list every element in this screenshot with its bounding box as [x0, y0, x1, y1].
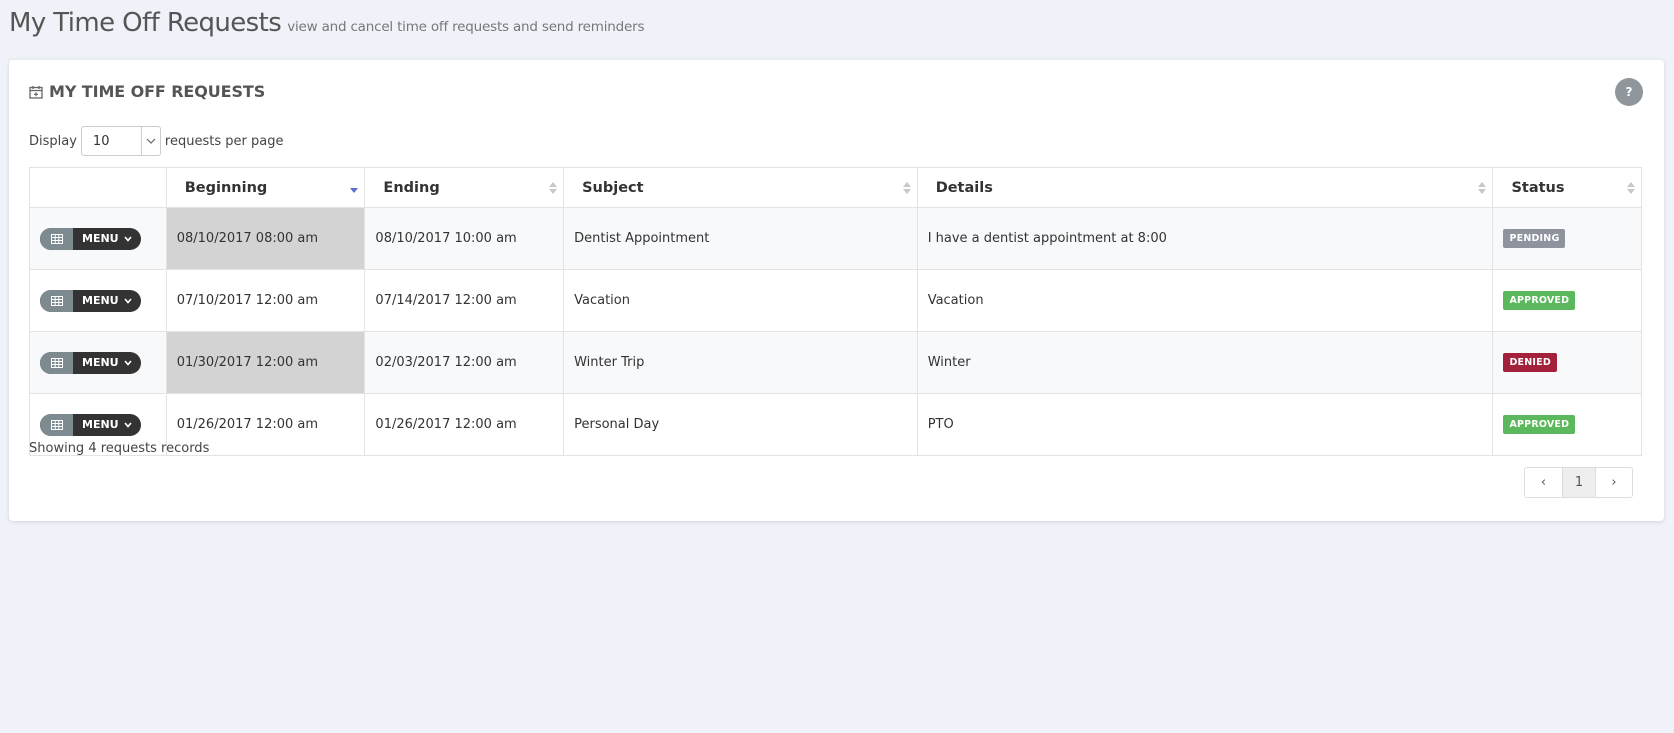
page-size-select[interactable]: 10 [80, 126, 161, 156]
display-prefix: Display [29, 133, 77, 149]
table-grid-icon [40, 413, 73, 436]
cell-details: Vacation [916, 269, 1494, 332]
calendar-plus-icon [29, 85, 43, 99]
table-grid-icon [40, 289, 73, 312]
row-actions-cell: MENU [29, 269, 167, 332]
cell-details: Winter [916, 331, 1494, 394]
page-size-control: Display 10 requests per page [29, 126, 283, 156]
column-header-ending[interactable]: Ending [364, 167, 565, 208]
menu-label: MENU [82, 294, 119, 307]
cell-ending: 01/26/2017 12:00 am [364, 393, 565, 456]
pagination-next-button[interactable]: › [1595, 468, 1632, 497]
chevron-down-icon [124, 297, 132, 304]
page-size-value: 10 [92, 133, 110, 149]
pagination: ‹ 1 › [1524, 467, 1633, 498]
row-actions-cell: MENU [29, 331, 167, 394]
page-header: My Time Off Requests view and cancel tim… [9, 8, 644, 38]
cell-beginning: 07/10/2017 12:00 am [165, 269, 366, 332]
menu-label: MENU [82, 418, 119, 431]
cell-ending: 02/03/2017 12:00 am [364, 331, 565, 394]
column-header-subject[interactable]: Subject [563, 167, 918, 208]
menu-label: MENU [82, 356, 119, 369]
sort-icon [902, 182, 911, 194]
cell-subject: Personal Day [563, 393, 918, 456]
table-row: MENU 08/10/2017 08:00 am 08/10/2017 10:0… [29, 207, 1642, 270]
row-menu-button[interactable]: MENU [40, 289, 141, 312]
card-title-label: MY TIME OFF REQUESTS [49, 82, 266, 101]
status-badge: APPROVED [1503, 291, 1576, 310]
table-header-row: Beginning Ending Subject Details Status [29, 167, 1642, 208]
cell-status: PENDING [1492, 207, 1642, 270]
cell-details: I have a dentist appointment at 8:00 [916, 207, 1494, 270]
table-grid-icon [40, 227, 73, 250]
table-body: MENU 08/10/2017 08:00 am 08/10/2017 10:0… [29, 207, 1642, 456]
row-menu-button[interactable]: MENU [40, 351, 141, 374]
row-actions-cell: MENU [29, 207, 167, 270]
cell-beginning: 01/30/2017 12:00 am [165, 331, 366, 394]
cell-subject: Dentist Appointment [563, 207, 918, 270]
column-header-details[interactable]: Details [916, 167, 1494, 208]
status-badge: PENDING [1503, 229, 1566, 248]
cell-subject: Winter Trip [563, 331, 918, 394]
sort-icon [1627, 182, 1635, 194]
chevron-down-icon [124, 359, 132, 366]
chevron-down-icon [140, 127, 160, 155]
table-row: MENU 07/10/2017 12:00 am 07/14/2017 12:0… [29, 269, 1642, 332]
status-badge: DENIED [1503, 353, 1557, 372]
display-suffix: requests per page [164, 133, 284, 149]
card-title: MY TIME OFF REQUESTS [29, 82, 265, 101]
cell-status: DENIED [1492, 331, 1642, 394]
table-row: MENU 01/26/2017 12:00 am 01/26/2017 12:0… [29, 393, 1642, 456]
row-menu-button[interactable]: MENU [40, 413, 141, 436]
page-title: My Time Off Requests [9, 8, 282, 38]
sort-icon [549, 182, 558, 194]
column-header-beginning[interactable]: Beginning [165, 167, 366, 208]
requests-table: Beginning Ending Subject Details Status [29, 167, 1642, 456]
table-grid-icon [40, 351, 73, 374]
status-badge: APPROVED [1503, 415, 1576, 434]
cell-beginning: 08/10/2017 08:00 am [165, 207, 366, 270]
cell-ending: 07/14/2017 12:00 am [364, 269, 565, 332]
cell-ending: 08/10/2017 10:00 am [364, 207, 565, 270]
help-label: ? [1625, 85, 1633, 99]
chevron-down-icon [124, 235, 132, 242]
cell-details: PTO [916, 393, 1494, 456]
table-row: MENU 01/30/2017 12:00 am 02/03/2017 12:0… [29, 331, 1642, 394]
cell-subject: Vacation [563, 269, 918, 332]
help-button[interactable]: ? [1615, 78, 1643, 106]
sort-icon [1478, 182, 1487, 194]
page-subtitle: view and cancel time off requests and se… [287, 19, 645, 35]
sort-desc-icon [350, 188, 359, 193]
cell-status: APPROVED [1492, 269, 1642, 332]
column-header-status[interactable]: Status [1492, 167, 1642, 208]
menu-label: MENU [82, 232, 119, 245]
chevron-down-icon [124, 421, 132, 428]
cell-status: APPROVED [1492, 393, 1642, 456]
requests-card: MY TIME OFF REQUESTS ? Display 10 reques… [9, 60, 1664, 521]
records-summary: Showing 4 requests records [29, 441, 210, 456]
column-header-actions [29, 167, 167, 208]
pagination-prev-button[interactable]: ‹ [1525, 468, 1562, 497]
row-menu-button[interactable]: MENU [40, 227, 141, 250]
pagination-page-1[interactable]: 1 [1562, 468, 1595, 497]
